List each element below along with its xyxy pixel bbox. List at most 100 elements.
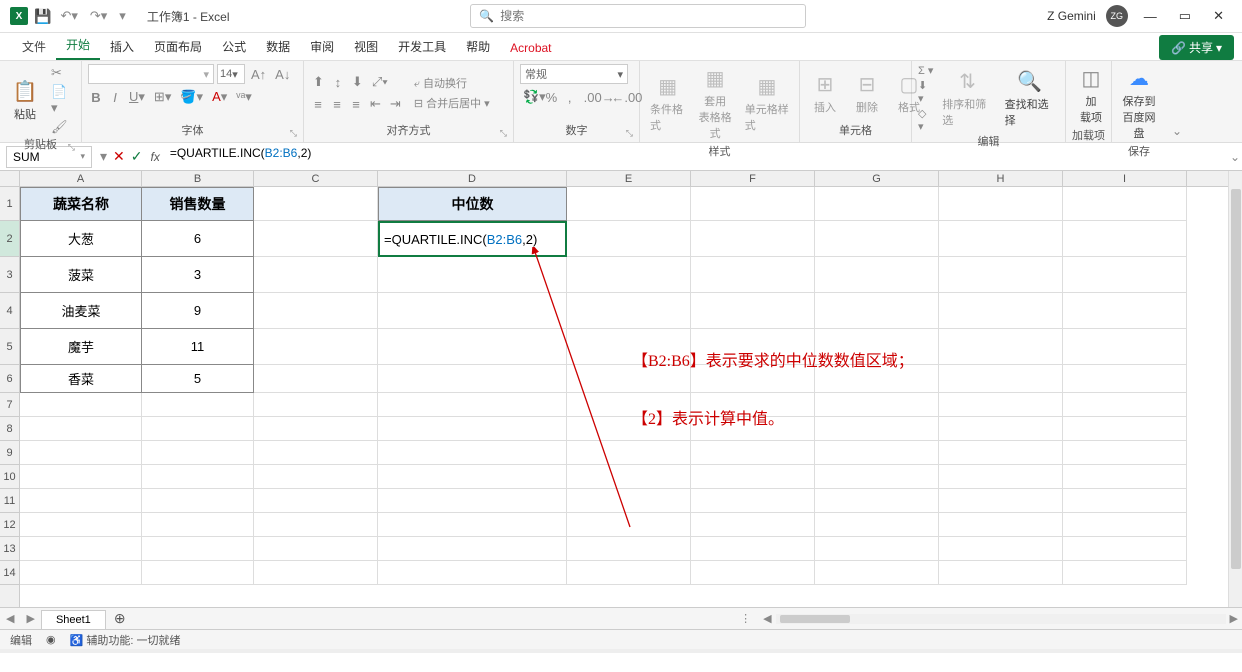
cell-I11[interactable]: [1063, 489, 1187, 513]
currency-icon[interactable]: 💱▾: [520, 88, 540, 106]
cell-B10[interactable]: [142, 465, 254, 489]
cell-A3[interactable]: 菠菜: [20, 257, 142, 293]
format-painter-icon[interactable]: 🖌: [48, 118, 75, 136]
tab-review[interactable]: 审阅: [300, 33, 344, 60]
border-icon[interactable]: ⊞▾: [151, 88, 174, 106]
cell-F11[interactable]: [691, 489, 815, 513]
comma-icon[interactable]: ,: [562, 89, 578, 106]
cell-D8[interactable]: [378, 417, 567, 441]
align-middle-icon[interactable]: ↕: [330, 74, 346, 91]
avatar[interactable]: ZG: [1106, 5, 1128, 27]
cell-C4[interactable]: [254, 293, 378, 329]
cell-C10[interactable]: [254, 465, 378, 489]
cell-G8[interactable]: [815, 417, 939, 441]
cell-H5[interactable]: [939, 329, 1063, 365]
col-header-C[interactable]: C: [254, 171, 378, 186]
cell-E9[interactable]: [567, 441, 691, 465]
tab-insert[interactable]: 插入: [100, 33, 144, 60]
cell-C3[interactable]: [254, 257, 378, 293]
cell-A10[interactable]: [20, 465, 142, 489]
restore-button[interactable]: ▭: [1173, 8, 1197, 24]
cell-D3[interactable]: [378, 257, 567, 293]
cell-I7[interactable]: [1063, 393, 1187, 417]
cell-A1[interactable]: 蔬菜名称: [20, 187, 142, 221]
row-header-4[interactable]: 4: [0, 293, 19, 329]
dec-decimal-icon[interactable]: ←.00: [608, 89, 633, 106]
font-color-icon[interactable]: A▾: [209, 88, 230, 106]
col-header-B[interactable]: B: [142, 171, 254, 186]
cell-D2-editing[interactable]: =QUARTILE.INC(B2:B6,2): [378, 221, 567, 257]
cell-I1[interactable]: [1063, 187, 1187, 221]
cell-C1[interactable]: [254, 187, 378, 221]
cell-D13[interactable]: [378, 537, 567, 561]
vertical-scrollbar[interactable]: [1228, 171, 1242, 607]
hscroll-left-icon[interactable]: ◀: [759, 612, 775, 625]
paste-button[interactable]: 📋粘贴: [6, 77, 44, 124]
col-header-A[interactable]: A: [20, 171, 142, 186]
cell-G9[interactable]: [815, 441, 939, 465]
cell-H13[interactable]: [939, 537, 1063, 561]
conditional-format-button[interactable]: ▦条件格式: [646, 72, 689, 135]
row-header-9[interactable]: 9: [0, 441, 19, 465]
user-name[interactable]: Z Gemini: [1047, 9, 1096, 23]
cell-I4[interactable]: [1063, 293, 1187, 329]
delete-cells-button[interactable]: ⊟删除: [848, 70, 886, 117]
cell-G1[interactable]: [815, 187, 939, 221]
cell-D9[interactable]: [378, 441, 567, 465]
phonetic-icon[interactable]: ᵛᵃ▾: [233, 88, 255, 106]
cell-E1[interactable]: [567, 187, 691, 221]
cell-E14[interactable]: [567, 561, 691, 585]
cell-F13[interactable]: [691, 537, 815, 561]
cell-A8[interactable]: [20, 417, 142, 441]
cell-C5[interactable]: [254, 329, 378, 365]
cell-B2[interactable]: 6: [142, 221, 254, 257]
cell-F4[interactable]: [691, 293, 815, 329]
cell-C6[interactable]: [254, 365, 378, 393]
cell-G13[interactable]: [815, 537, 939, 561]
row-header-8[interactable]: 8: [0, 417, 19, 441]
cell-I3[interactable]: [1063, 257, 1187, 293]
tab-developer[interactable]: 开发工具: [388, 33, 456, 60]
align-left-icon[interactable]: ≡: [310, 96, 326, 113]
cell-B6[interactable]: 5: [142, 365, 254, 393]
cell-A9[interactable]: [20, 441, 142, 465]
select-all-button[interactable]: [0, 171, 20, 187]
insert-cells-button[interactable]: ⊞插入: [806, 70, 844, 117]
save-to-cloud-button[interactable]: ☁保存到 百度网盘: [1118, 64, 1160, 143]
underline-icon[interactable]: U▾: [126, 88, 148, 106]
collapse-ribbon-icon[interactable]: ⌄: [1166, 61, 1188, 142]
cell-G11[interactable]: [815, 489, 939, 513]
cell-I9[interactable]: [1063, 441, 1187, 465]
tab-formulas[interactable]: 公式: [212, 33, 256, 60]
confirm-formula-button[interactable]: ✓: [131, 148, 143, 165]
fx-icon[interactable]: fx: [151, 150, 160, 164]
cell-C7[interactable]: [254, 393, 378, 417]
align-top-icon[interactable]: ⬆: [310, 73, 327, 91]
inc-decimal-icon[interactable]: .00→: [581, 89, 606, 106]
cell-B4[interactable]: 9: [142, 293, 254, 329]
format-as-table-button[interactable]: ▦套用 表格格式: [693, 64, 736, 143]
cell-D7[interactable]: [378, 393, 567, 417]
row-header-1[interactable]: 1: [0, 187, 19, 221]
horizontal-scrollbar[interactable]: [776, 614, 1226, 624]
add-sheet-button[interactable]: ⊕: [106, 610, 134, 627]
tab-help[interactable]: 帮助: [456, 33, 500, 60]
cell-I6[interactable]: [1063, 365, 1187, 393]
cell-I2[interactable]: [1063, 221, 1187, 257]
cell-styles-button[interactable]: ▦单元格样式: [741, 72, 793, 135]
cell-G2[interactable]: [815, 221, 939, 257]
copy-icon[interactable]: 📄▾: [48, 83, 75, 117]
cell-E4[interactable]: [567, 293, 691, 329]
cell-E3[interactable]: [567, 257, 691, 293]
cell-H12[interactable]: [939, 513, 1063, 537]
cell-H8[interactable]: [939, 417, 1063, 441]
tab-home[interactable]: 开始: [56, 31, 100, 60]
addins-button[interactable]: ◫加 载项: [1072, 64, 1110, 127]
cell-E13[interactable]: [567, 537, 691, 561]
cell-C14[interactable]: [254, 561, 378, 585]
cell-F1[interactable]: [691, 187, 815, 221]
cell-A13[interactable]: [20, 537, 142, 561]
cell-E12[interactable]: [567, 513, 691, 537]
cell-D12[interactable]: [378, 513, 567, 537]
cell-E2[interactable]: [567, 221, 691, 257]
